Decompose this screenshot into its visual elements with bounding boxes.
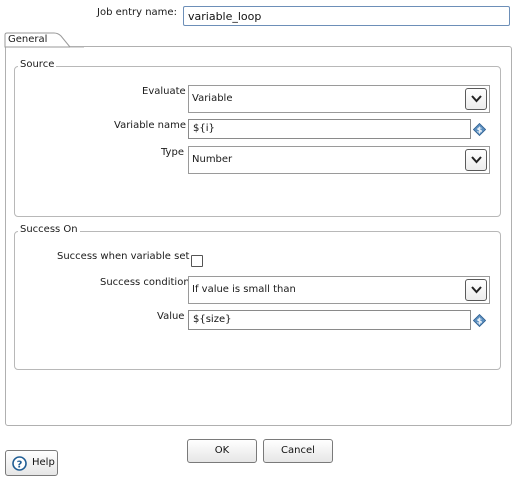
help-icon: ? xyxy=(12,456,27,471)
svg-text:?: ? xyxy=(17,459,23,470)
success-on-group-title: Success On xyxy=(18,224,80,235)
success-condition-label: Success condition xyxy=(100,277,190,288)
success-condition-dropdown-button[interactable] xyxy=(465,279,487,301)
help-button-label: Help xyxy=(32,457,55,468)
success-when-variable-set-label: Success when variable set xyxy=(57,251,190,262)
evaluate-label: Evaluate xyxy=(142,86,186,97)
job-entry-name-input[interactable]: variable_loop xyxy=(183,6,510,26)
diamond-dollar-icon[interactable]: $ xyxy=(473,314,486,327)
help-button[interactable]: ? Help xyxy=(5,450,58,476)
value-label: Value xyxy=(157,311,185,322)
chevron-down-icon xyxy=(471,286,482,294)
cancel-button[interactable]: Cancel xyxy=(263,439,333,463)
evaluate-dropdown-button[interactable] xyxy=(465,88,487,110)
tab-general[interactable]: General xyxy=(8,34,47,45)
job-entry-name-label: Job entry name: xyxy=(97,7,177,18)
success-condition-select[interactable]: If value is small than xyxy=(188,276,490,304)
success-condition-value: If value is small than xyxy=(192,284,296,295)
success-when-variable-set-checkbox[interactable] xyxy=(191,255,203,267)
svg-text:$: $ xyxy=(477,317,483,326)
type-dropdown-button[interactable] xyxy=(465,149,487,171)
variable-name-label: Variable name xyxy=(114,120,187,131)
source-group-title: Source xyxy=(18,59,57,70)
chevron-down-icon xyxy=(471,156,482,164)
evaluate-select[interactable]: Variable xyxy=(188,85,490,113)
type-label: Type xyxy=(161,147,184,158)
type-select[interactable]: Number xyxy=(188,146,490,174)
diamond-dollar-icon[interactable]: $ xyxy=(473,123,486,136)
variable-name-input[interactable]: ${i} xyxy=(188,119,471,139)
ok-button[interactable]: OK xyxy=(187,439,257,463)
svg-text:$: $ xyxy=(477,126,483,135)
value-input[interactable]: ${size} xyxy=(188,310,471,330)
type-value: Number xyxy=(192,154,233,165)
evaluate-value: Variable xyxy=(192,93,233,104)
chevron-down-icon xyxy=(471,95,482,103)
